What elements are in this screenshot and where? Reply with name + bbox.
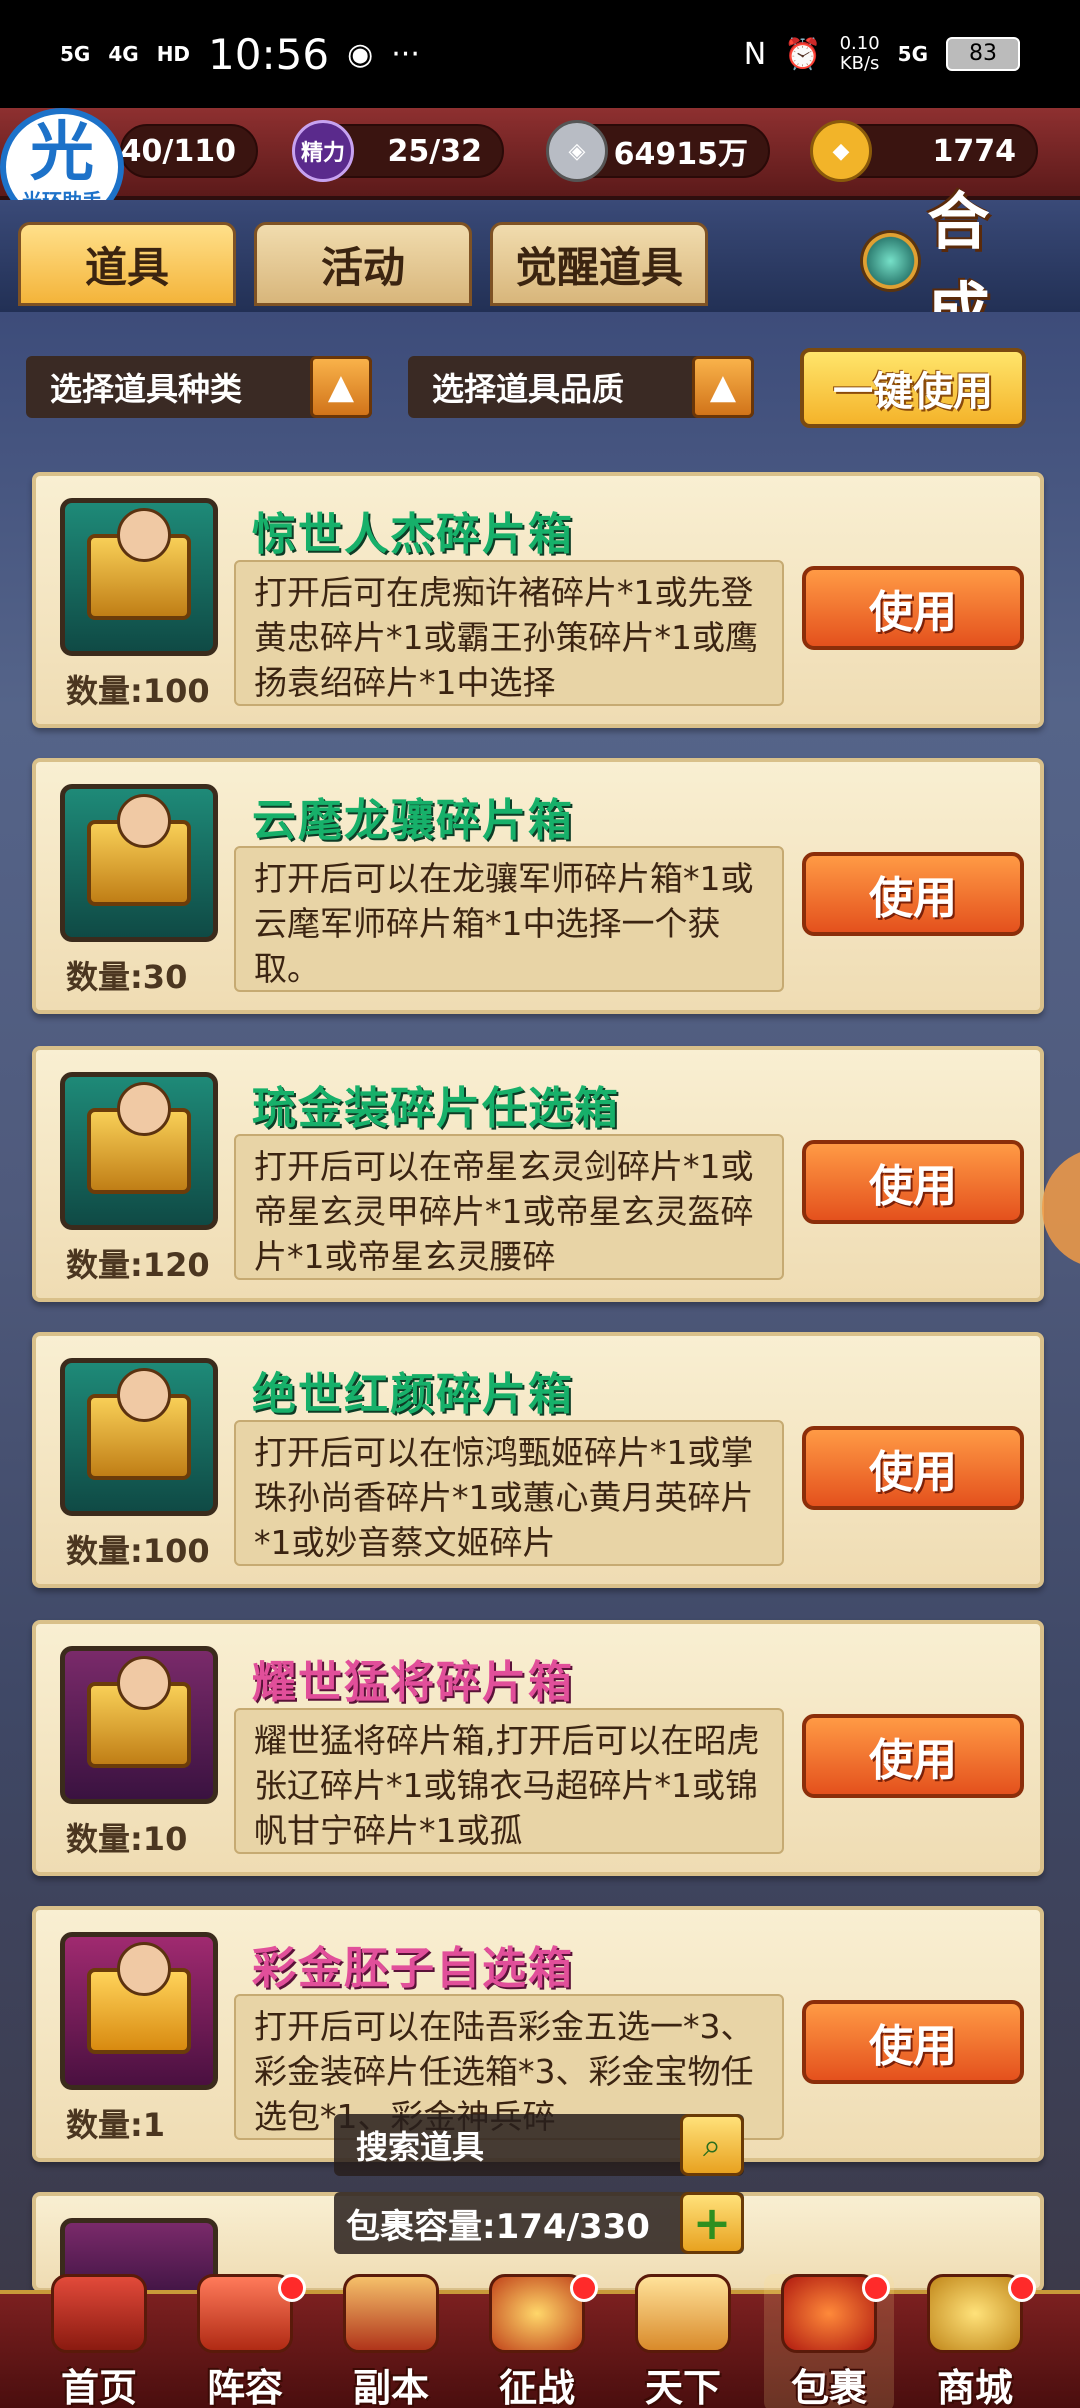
- use-button[interactable]: 使用: [802, 852, 1024, 936]
- item-quality-select[interactable]: 选择道具品质 ▲: [408, 356, 754, 418]
- world-scroll-icon: [635, 2274, 731, 2353]
- network-speed: 0.10 KB/s: [839, 33, 880, 74]
- gift-box-icon: [60, 1932, 218, 2090]
- dungeon-icon: [343, 2274, 439, 2353]
- item-title: 绝世红颜碎片箱: [252, 1369, 574, 1420]
- item-quantity: 数量:1: [66, 2106, 166, 2144]
- app-notification-icon: ◉: [347, 36, 374, 72]
- item-description: 耀世猛将碎片箱,打开后可以在昭虎张辽碎片*1或锦衣马超碎片*1或锦帆甘宁碎片*1…: [234, 1708, 784, 1854]
- signal-5g-icon: 5G: [60, 42, 91, 66]
- item-card: 数量:100 惊世人杰碎片箱 打开后可在虎痴许褚碎片*1或先登黄忠碎片*1或霸王…: [32, 472, 1044, 728]
- tab-awaken-items[interactable]: 觉醒道具: [490, 222, 708, 306]
- item-title: 琉金装碎片任选箱: [252, 1083, 620, 1134]
- item-quantity: 数量:10: [66, 1820, 188, 1858]
- synthesize-icon: [860, 230, 922, 292]
- alarm-icon: ⏰: [784, 36, 822, 72]
- fragment-chest-icon: [60, 1358, 218, 1516]
- tab-row: 道具 活动 觉醒道具 合成: [0, 185, 1080, 348]
- nav-campaign[interactable]: 征战: [472, 2274, 602, 2408]
- chevron-up-icon[interactable]: ▲: [692, 356, 754, 418]
- expand-capacity-button[interactable]: +: [680, 2192, 744, 2254]
- notification-dot: [570, 2274, 598, 2302]
- fragment-chest-icon: [60, 1646, 218, 1804]
- silver-coin-icon: ◈: [546, 120, 608, 182]
- item-quantity: 数量:100: [66, 672, 210, 710]
- more-icon: ···: [391, 36, 420, 72]
- fragment-chest-icon: [60, 1072, 218, 1230]
- signal-4g-icon: 4G: [108, 42, 139, 66]
- silver-counter[interactable]: ◈ 64915万: [546, 120, 770, 182]
- gold-ingot-icon: ◆: [810, 120, 872, 182]
- item-title: 耀世猛将碎片箱: [252, 1657, 574, 1708]
- use-button[interactable]: 使用: [802, 1714, 1024, 1798]
- chevron-up-icon[interactable]: ▲: [310, 356, 372, 418]
- notification-dot: [278, 2274, 306, 2302]
- notification-dot: [1008, 2274, 1036, 2302]
- item-card: 数量:10 耀世猛将碎片箱 耀世猛将碎片箱,打开后可以在昭虎张辽碎片*1或锦衣马…: [32, 1620, 1044, 1876]
- item-description: 打开后可以在惊鸿甄姬碎片*1或掌珠孙尚香碎片*1或蕙心黄月英碎片*1或妙音蔡文姬…: [234, 1420, 784, 1566]
- item-title: 彩金胚子自选箱: [252, 1943, 574, 1994]
- use-button[interactable]: 使用: [802, 566, 1024, 650]
- item-card: 数量:120 琉金装碎片任选箱 打开后可以在帝星玄灵剑碎片*1或帝星玄灵甲碎片*…: [32, 1046, 1044, 1302]
- energy-icon: 精力: [292, 120, 354, 182]
- item-description: 打开后可以在龙骧军师碎片箱*1或云麾军师碎片箱*1中选择一个获取。: [234, 846, 784, 992]
- signal-5g-icon-2: 5G: [897, 42, 928, 66]
- clock: 10:56: [208, 29, 330, 79]
- synthesize-button[interactable]: 合成: [860, 185, 1050, 348]
- fragment-chest-icon: [60, 784, 218, 942]
- use-button[interactable]: 使用: [802, 1426, 1024, 1510]
- item-quantity: 数量:120: [66, 1246, 210, 1284]
- item-title: 惊世人杰碎片箱: [252, 509, 574, 560]
- item-title: 云麾龙骧碎片箱: [252, 795, 574, 846]
- notification-dot: [862, 2274, 890, 2302]
- use-button[interactable]: 使用: [802, 2000, 1024, 2084]
- stamina-counter: 40/110: [120, 124, 258, 178]
- battery-icon: 83: [946, 37, 1020, 71]
- use-button[interactable]: 使用: [802, 1140, 1024, 1224]
- item-card: 数量:30 云麾龙骧碎片箱 打开后可以在龙骧军师碎片箱*1或云麾军师碎片箱*1中…: [32, 758, 1044, 1014]
- item-quantity: 数量:30: [66, 958, 188, 996]
- nfc-icon: N: [743, 36, 767, 72]
- home-icon: [51, 2274, 147, 2353]
- nav-shop[interactable]: 商城: [910, 2274, 1040, 2408]
- bottom-nav: 首页 阵容 副本 征战 天下 包裹 商城: [0, 2274, 1080, 2408]
- nav-lineup[interactable]: 阵容: [180, 2274, 310, 2408]
- nav-dungeon[interactable]: 副本: [326, 2274, 456, 2408]
- hd-icon: HD: [156, 42, 191, 66]
- resource-bar: 40/110 精力 25/32 ◈ 64915万 ◆ 1774: [0, 108, 1080, 200]
- item-quantity: 数量:100: [66, 1532, 210, 1570]
- nav-home[interactable]: 首页: [34, 2274, 164, 2408]
- search-icon[interactable]: ⌕: [680, 2114, 744, 2176]
- nav-bag[interactable]: 包裹: [764, 2274, 894, 2408]
- tab-activity[interactable]: 活动: [254, 222, 472, 306]
- one-key-use-button[interactable]: 一键使用: [800, 348, 1026, 428]
- status-bar: 5G 4G HD 10:56 ◉ ··· N ⏰ 0.10 KB/s 5G 83: [0, 0, 1080, 108]
- item-description: 打开后可在虎痴许褚碎片*1或先登黄忠碎片*1或霸王孙策碎片*1或鹰扬袁绍碎片*1…: [234, 560, 784, 706]
- tab-items[interactable]: 道具: [18, 222, 236, 306]
- item-type-select[interactable]: 选择道具种类 ▲: [26, 356, 372, 418]
- fragment-chest-icon: [60, 498, 218, 656]
- item-card: 数量:100 绝世红颜碎片箱 打开后可以在惊鸿甄姬碎片*1或掌珠孙尚香碎片*1或…: [32, 1332, 1044, 1588]
- item-description: 打开后可以在帝星玄灵剑碎片*1或帝星玄灵甲碎片*1或帝星玄灵盔碎片*1或帝星玄灵…: [234, 1134, 784, 1280]
- nav-world[interactable]: 天下: [618, 2274, 748, 2408]
- energy-counter[interactable]: 精力 25/32: [292, 120, 504, 182]
- gold-counter[interactable]: ◆ 1774: [810, 120, 1038, 182]
